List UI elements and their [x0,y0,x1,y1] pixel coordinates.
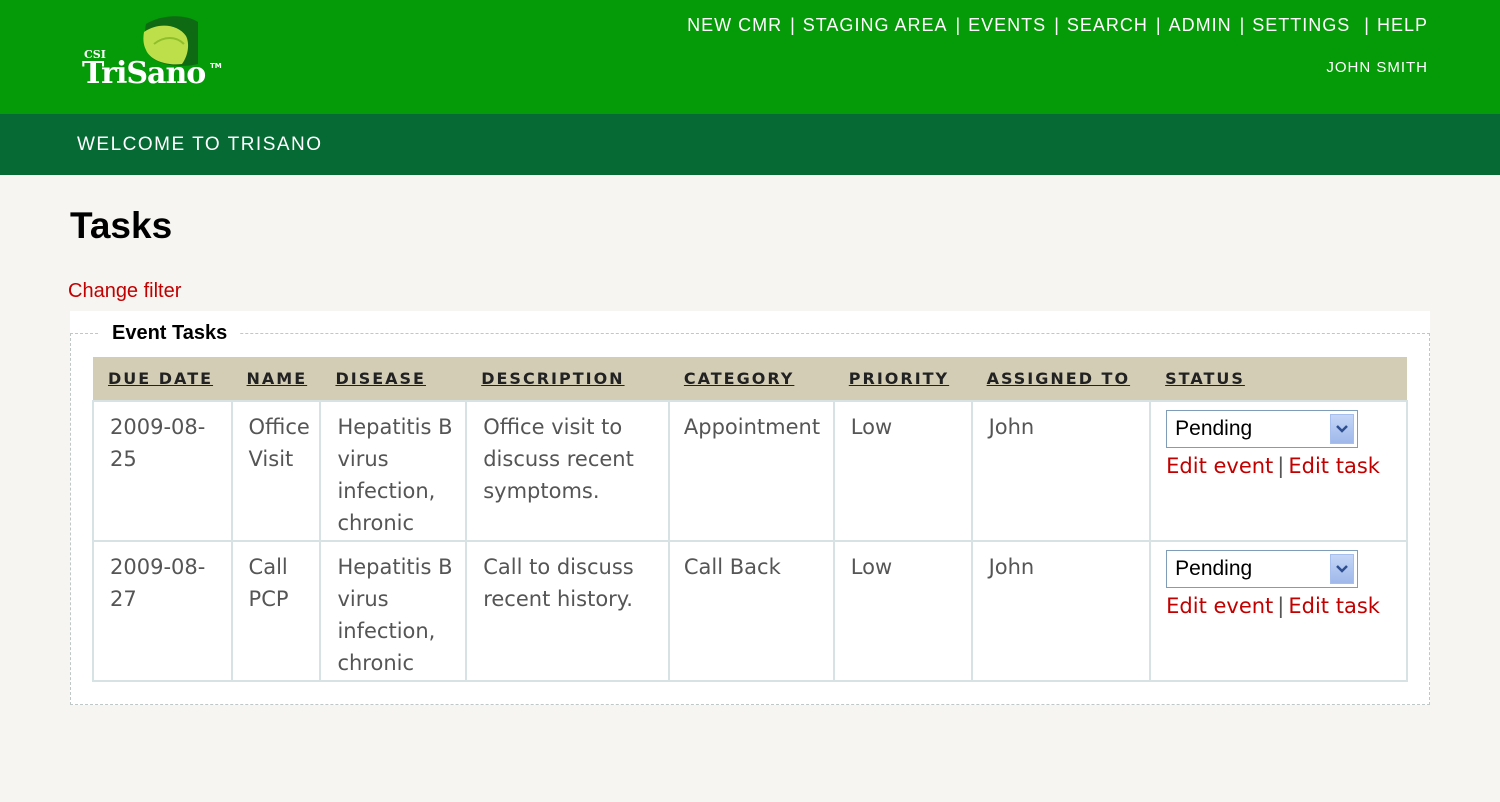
column-header-due-date[interactable]: DUE DATE [93,357,232,401]
link-separator: | [1277,594,1285,618]
tasks-table: DUE DATE NAME DISEASE DESCRIPTION CATEGO… [92,357,1408,682]
cell-due-date: 2009-08-27 [92,540,233,682]
column-header-priority[interactable]: PRIORITY [834,357,972,401]
nav-admin[interactable]: ADMIN [1169,15,1232,36]
cell-category: Appointment [667,400,835,542]
cell-assigned-to: John [970,400,1152,542]
cell-name: Office Visit [230,400,322,542]
nav-staging-area[interactable]: STAGING AREA [803,15,948,36]
nav-new-cmr[interactable]: NEW CMR [687,15,782,36]
table-row: 2009-08-27 Call PCP Hepatitis B virus in… [92,540,1408,682]
logo-trademark: TM [210,62,222,70]
table-row: 2009-08-25 Office Visit Hepatitis B viru… [92,400,1408,542]
current-user[interactable]: JOHN SMITH [1326,59,1428,76]
cell-name: Call PCP [230,540,322,682]
edit-event-link[interactable]: Edit event [1166,594,1273,618]
chevron-down-icon[interactable] [1330,414,1355,444]
cell-disease: Hepatitis B virus infection, chronic [319,540,468,682]
trisano-logo[interactable]: CSI TriSano TM [82,14,232,98]
top-header: CSI TriSano TM NEW CMR | STAGING AREA | … [0,0,1500,114]
cell-due-date: 2009-08-25 [92,400,233,542]
status-select-value: Pending [1175,417,1253,440]
column-header-status[interactable]: STATUS [1150,357,1407,401]
cell-priority: Low [832,400,973,542]
edit-task-link[interactable]: Edit task [1288,594,1380,618]
nav-search[interactable]: SEARCH [1067,15,1148,36]
welcome-text: WELCOME TO TRISANO [77,134,323,155]
fieldset-background [70,311,1430,333]
cell-disease: Hepatitis B virus infection, chronic [319,400,468,542]
nav-events[interactable]: EVENTS [968,15,1046,36]
nav-separator: | [1239,15,1245,35]
cell-priority: Low [832,540,973,682]
link-separator: | [1277,454,1285,478]
logo-name: TriSano [82,56,206,91]
status-select[interactable]: Pending [1166,410,1359,448]
cell-description: Call to discuss recent history. [465,540,670,682]
page-title: Tasks [70,205,173,246]
cell-status: Pending Edit event | Edit task [1149,540,1408,682]
column-header-name[interactable]: NAME [232,357,321,401]
chevron-down-icon[interactable] [1330,554,1355,584]
cell-assigned-to: John [970,540,1152,682]
nav-help[interactable]: HELP [1377,15,1428,36]
column-header-assigned-to[interactable]: ASSIGNED TO [972,357,1151,401]
welcome-bar: WELCOME TO TRISANO [0,114,1500,175]
nav-separator: | [790,15,795,35]
column-header-description[interactable]: DESCRIPTION [466,357,669,401]
main-nav: NEW CMR | STAGING AREA | EVENTS | SEARCH… [687,15,1428,36]
nav-separator: | [955,15,961,35]
edit-task-link[interactable]: Edit task [1288,454,1380,478]
column-header-disease[interactable]: DISEASE [320,357,466,401]
status-select[interactable]: Pending [1166,550,1359,588]
cell-category: Call Back [667,540,835,682]
nav-separator: | [1054,15,1059,35]
nav-separator: | [1155,15,1161,35]
row-actions: Edit event | Edit task [1166,588,1406,624]
status-select-value: Pending [1175,557,1253,580]
cell-status: Pending Edit event | Edit task [1149,400,1408,542]
event-tasks-legend: Event Tasks [100,322,240,345]
edit-event-link[interactable]: Edit event [1166,454,1273,478]
column-header-category[interactable]: CATEGORY [669,357,834,401]
table-header-row: DUE DATE NAME DISEASE DESCRIPTION CATEGO… [93,357,1407,401]
row-actions: Edit event | Edit task [1166,448,1406,484]
nav-settings[interactable]: SETTINGS [1252,15,1350,36]
cell-description: Office visit to discuss recent symptoms. [465,400,670,542]
nav-separator: | [1364,15,1369,35]
change-filter-link[interactable]: Change filter [68,280,181,303]
